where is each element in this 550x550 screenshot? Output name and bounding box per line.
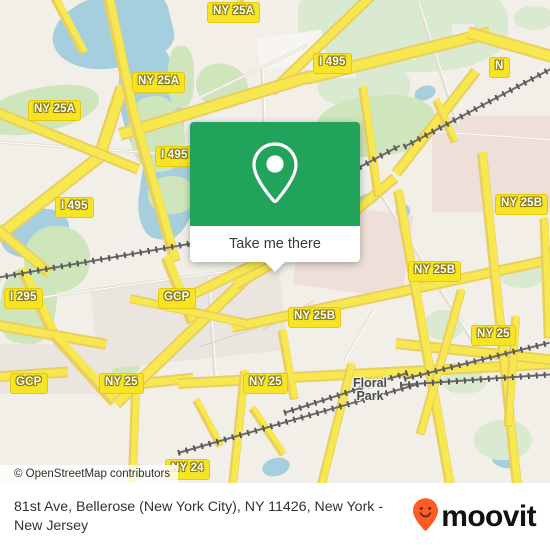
route-shield[interactable]: I 495: [155, 146, 194, 167]
callout-tail: [265, 262, 285, 272]
park-area: [514, 6, 550, 30]
route-shield[interactable]: NY 25A: [207, 2, 261, 23]
water-body: [149, 9, 165, 55]
route-shield[interactable]: GCP: [10, 373, 48, 394]
route-shield[interactable]: NY 25A: [132, 72, 186, 93]
moovit-smiley-pin-icon: [412, 497, 439, 536]
map-attribution[interactable]: © OpenStreetMap contributors: [0, 465, 179, 483]
location-callout[interactable]: Take me there: [190, 122, 360, 272]
moovit-wordmark: moovit: [441, 499, 536, 533]
screenshot-root: Floral Park NY 25A I 495 N NY 25A NY 25A…: [0, 0, 550, 550]
route-shield[interactable]: I 295: [4, 288, 43, 309]
route-shield[interactable]: NY 25B: [288, 307, 342, 328]
route-shield[interactable]: NY 25B: [495, 194, 549, 215]
route-shield[interactable]: NY 25A: [28, 100, 82, 121]
route-shield[interactable]: N: [489, 57, 510, 78]
attribution-text: © OpenStreetMap contributors: [14, 468, 171, 480]
address-title: 81st Ave, Bellerose (New York City), NY …: [14, 498, 384, 534]
park-area: [388, 0, 436, 30]
callout-image-panel: [190, 122, 360, 226]
route-shield[interactable]: NY 25: [99, 373, 144, 394]
moovit-logo[interactable]: moovit: [412, 497, 537, 536]
take-me-there-button[interactable]: Take me there: [190, 226, 360, 262]
route-shield[interactable]: NY 25B: [408, 261, 462, 282]
minor-road: [344, 308, 376, 361]
route-shield[interactable]: NY 25: [471, 325, 516, 346]
route-shield[interactable]: I 495: [55, 197, 94, 218]
water-body: [260, 454, 292, 480]
route-shield[interactable]: NY 25: [243, 373, 288, 394]
place-label-floral-park: Floral Park: [352, 376, 388, 403]
map-pin-icon: [247, 139, 303, 209]
map-canvas[interactable]: Floral Park NY 25A I 495 N NY 25A NY 25A…: [0, 0, 550, 483]
route-shield[interactable]: GCP: [158, 288, 196, 309]
footer-bar: 81st Ave, Bellerose (New York City), NY …: [0, 483, 550, 550]
take-me-there-label: Take me there: [229, 236, 321, 252]
route-shield[interactable]: I 495: [313, 53, 352, 74]
